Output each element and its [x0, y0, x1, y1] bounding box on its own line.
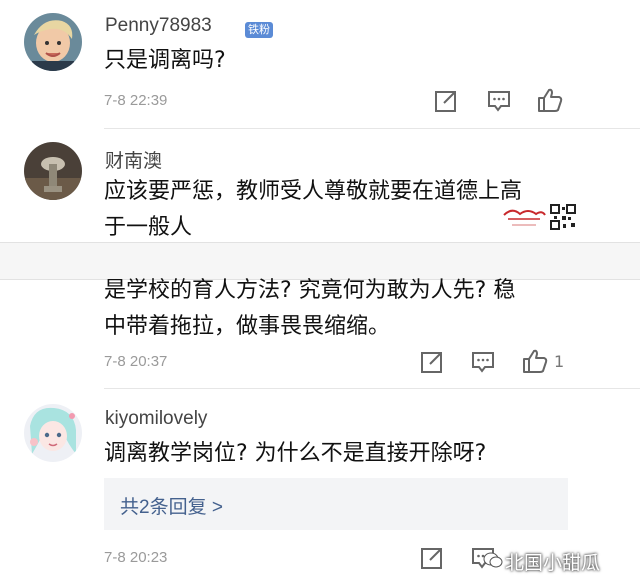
- comment-text-line: 于一般人: [104, 215, 193, 240]
- replies-summary[interactable]: 共2条回复 >: [104, 478, 568, 530]
- wechat-icon: [483, 551, 503, 569]
- comment-text-line: 中带着拖拉，做事畏畏缩缩。: [104, 314, 391, 339]
- thumbs-up-icon[interactable]: [537, 87, 563, 113]
- comment-text-line: 调离教学岗位? 为什么不是直接开除呀?: [104, 441, 487, 466]
- username[interactable]: Penny78983: [105, 15, 212, 37]
- divider: [104, 388, 640, 389]
- thumbs-up-icon[interactable]: [522, 348, 548, 374]
- comment-icon[interactable]: [470, 349, 496, 375]
- comment-time: 7-8 20:23: [104, 549, 168, 566]
- share-icon[interactable]: [419, 545, 445, 571]
- avatar[interactable]: [24, 404, 82, 462]
- comment-text: 是学校的育人方法? 究竟何为敢为人先? 稳 中带着拖拉，做事畏畏缩缩。: [104, 273, 515, 345]
- share-icon[interactable]: [433, 88, 459, 114]
- site-logo-watermark: [502, 205, 546, 231]
- comment-time: 7-8 22:39: [104, 92, 168, 109]
- fan-badge: 铁粉: [245, 22, 273, 38]
- comment-text: 应该要严惩，教师受人尊敬就要在道德上高 于一般人: [104, 174, 522, 246]
- like-count: 1: [554, 352, 565, 371]
- avatar[interactable]: [24, 142, 82, 200]
- comment-text-line: 只是调离吗?: [104, 48, 226, 73]
- comment-icon[interactable]: [486, 88, 512, 114]
- comment-text: 只是调离吗?: [104, 43, 226, 79]
- view-replies-link[interactable]: 共2条回复 >: [120, 492, 223, 519]
- share-icon[interactable]: [419, 349, 445, 375]
- avatar[interactable]: [24, 13, 82, 71]
- comment-text-line: 应该要严惩，教师受人尊敬就要在道德上高: [104, 179, 523, 204]
- divider: [104, 128, 640, 129]
- comment-text-line: 是学校的育人方法? 究竟何为敢为人先? 稳: [104, 278, 516, 303]
- username[interactable]: kiyomilovely: [105, 408, 207, 430]
- username[interactable]: 财南澳: [105, 146, 162, 173]
- comment-text: 调离教学岗位? 为什么不是直接开除呀?: [104, 436, 486, 472]
- qr-code-icon: [550, 204, 576, 230]
- watermark-text: 北国小甜瓜: [505, 552, 601, 574]
- comment-time: 7-8 20:37: [104, 353, 168, 370]
